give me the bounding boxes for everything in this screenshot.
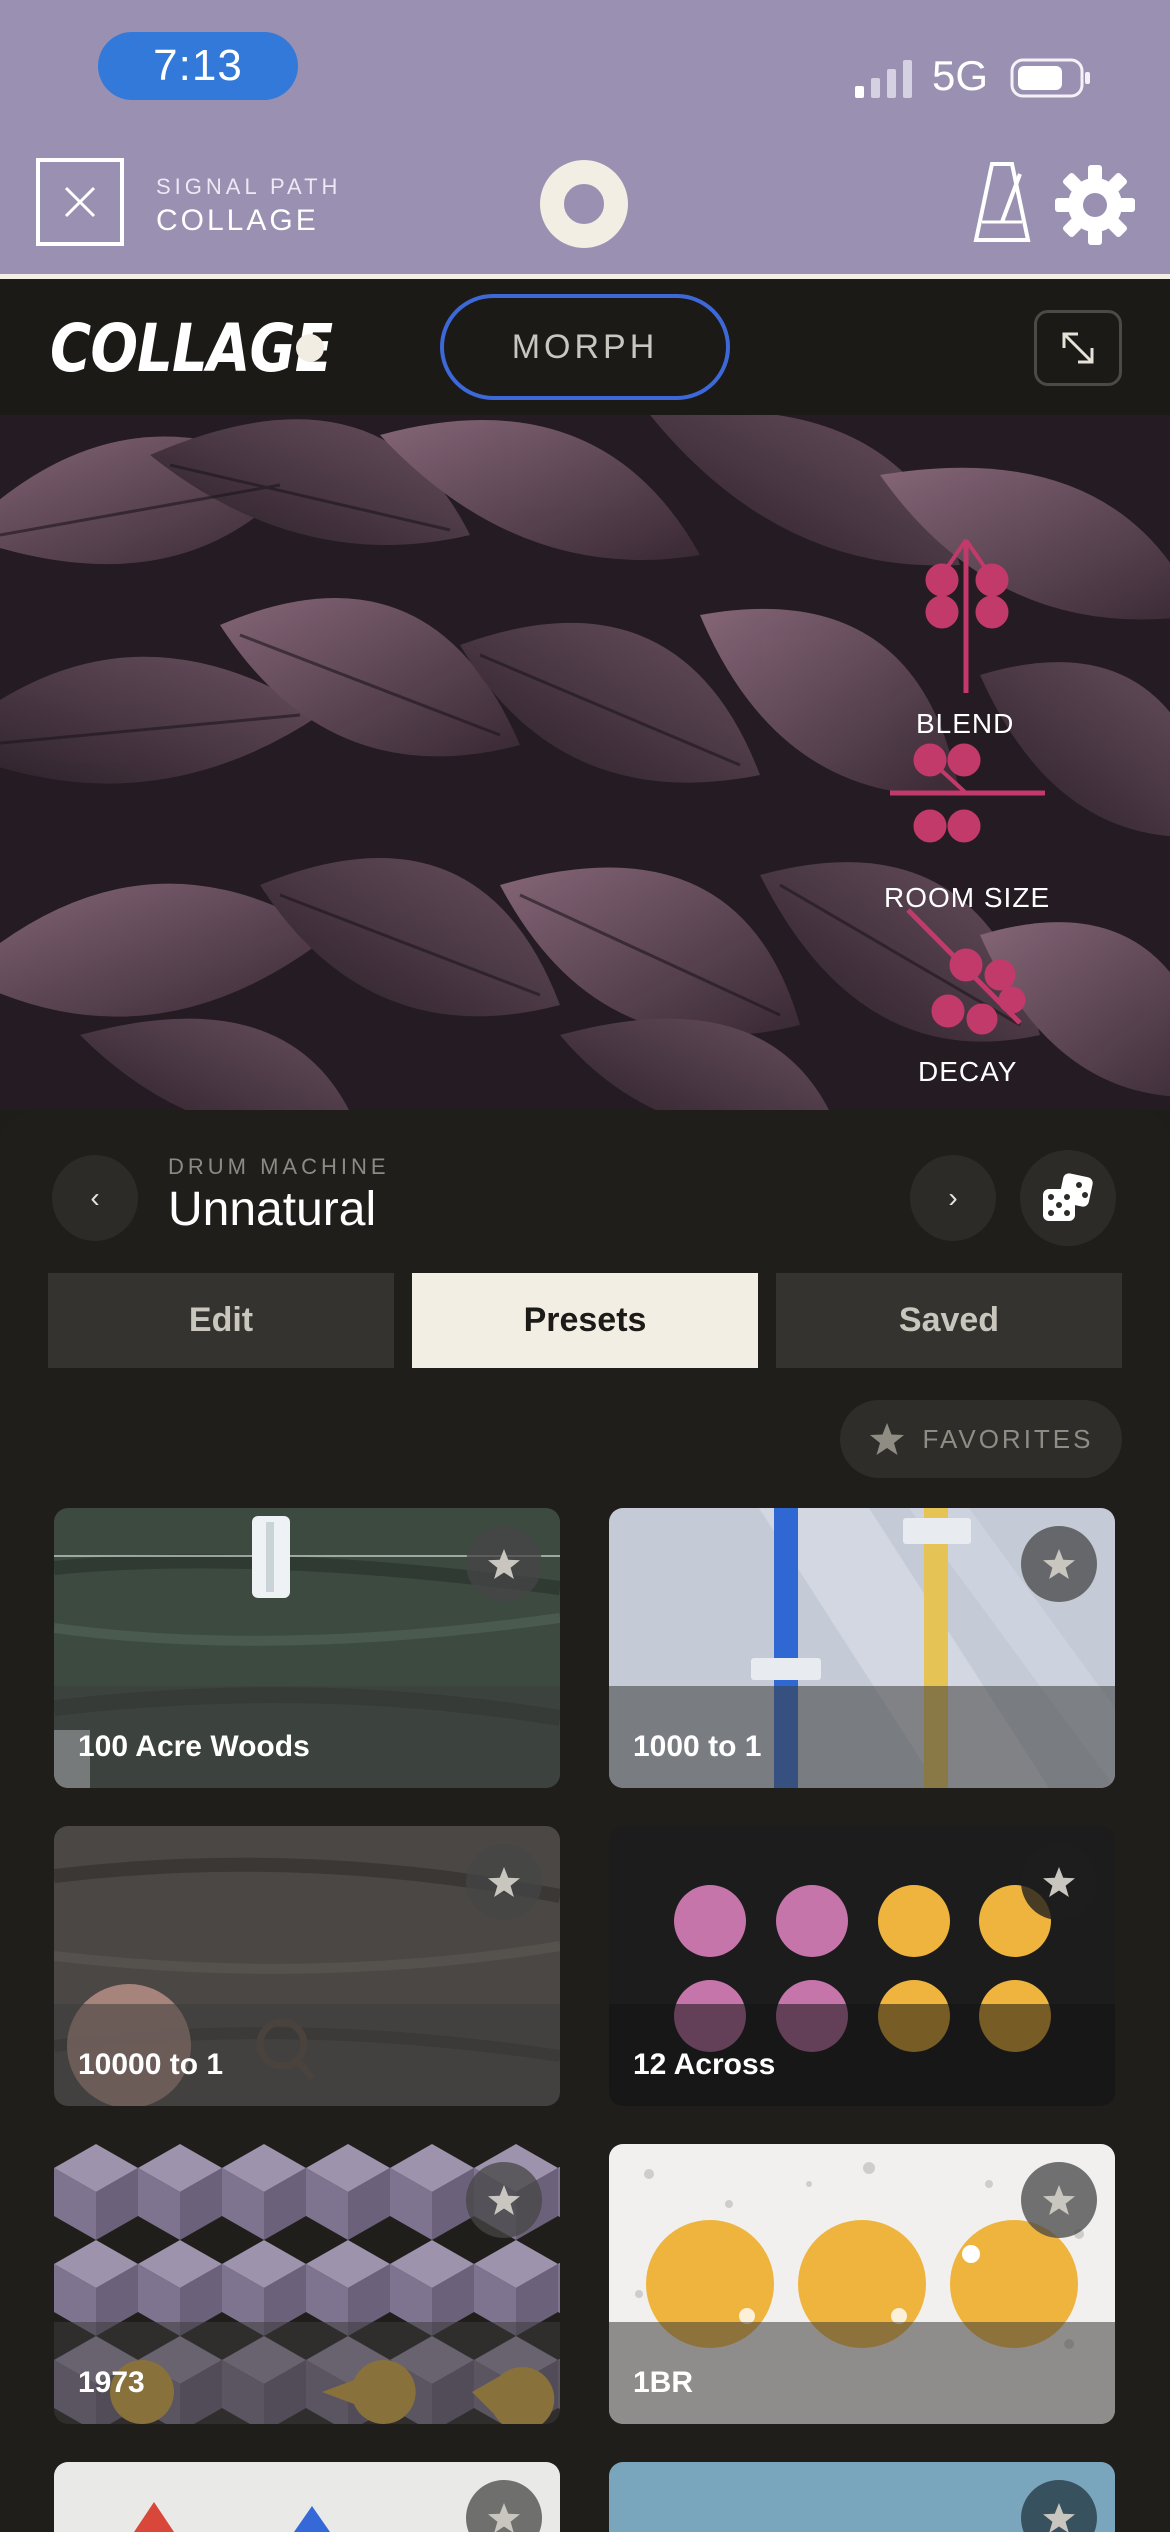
logo-indicator-dot [296,334,324,362]
preset-card-partial[interactable] [609,2462,1115,2532]
favorite-toggle[interactable] [466,1526,542,1602]
prev-preset-button[interactable]: ‹ [52,1155,138,1241]
preset-card[interactable]: 1000 to 1 [609,1508,1115,1788]
expand-icon [1062,332,1094,364]
tab-saved[interactable]: Saved [776,1273,1122,1368]
plugin-artwork: BLEND ROOM SIZE DECAY [0,415,1170,1110]
status-time: 7:13 [98,32,298,100]
current-preset-name: Unnatural [168,1183,377,1236]
network-type: 5G [932,52,989,99]
knob-label-decay: DECAY [918,1056,1018,1087]
randomize-button[interactable] [1020,1150,1116,1246]
cellular-signal-icon [855,60,912,98]
favorite-toggle[interactable] [1021,2480,1097,2532]
favorites-filter-button[interactable]: FAVORITES [840,1400,1122,1478]
metronome-icon[interactable] [972,160,1032,244]
gear-icon[interactable] [1055,165,1135,245]
star-icon [869,1423,904,1455]
preset-card[interactable]: 12 Across [609,1826,1115,2106]
preset-card[interactable]: 1973 [54,2144,560,2424]
preset-card-title: 1BR [633,2366,694,2399]
tab-edit[interactable]: Edit [48,1273,394,1368]
next-preset-button[interactable]: › [910,1155,996,1241]
signal-path-label: SIGNAL PATH [156,174,342,199]
morph-button[interactable]: MORPH [440,294,730,400]
preset-card-title: 1973 [78,2366,145,2399]
expand-button[interactable] [1034,310,1122,386]
close-icon [64,186,96,218]
close-button[interactable] [36,158,124,246]
app-top-bar: 7:13 5G SIGNAL PATH COLLAGE [0,0,1170,274]
star-icon [1043,2184,1075,2216]
knob-label-blend: BLEND [916,708,1015,739]
preset-card-title: 100 Acre Woods [78,1730,310,1763]
preset-card-title: 1000 to 1 [633,1730,762,1763]
preset-card-partial[interactable] [54,2462,560,2532]
preset-card[interactable]: 10000 to 1 [54,1826,560,2106]
star-icon [488,1548,520,1580]
favorite-toggle[interactable] [1021,1844,1097,1920]
collage-logo: COLLAGE [50,310,333,387]
tab-presets[interactable]: Presets [412,1273,758,1368]
favorite-toggle[interactable] [466,1844,542,1920]
preset-card-title: 10000 to 1 [78,2048,224,2081]
dice-icon [1043,1173,1093,1221]
knob-label-room-size: ROOM SIZE [884,882,1051,913]
preset-category: DRUM MACHINE [168,1154,390,1179]
battery-icon [1010,58,1090,98]
star-icon [1043,1866,1075,1898]
star-icon [488,2184,520,2216]
star-icon [1043,2502,1075,2532]
favorite-toggle[interactable] [466,2162,542,2238]
preset-card[interactable]: 100 Acre Woods [54,1508,560,1788]
plugin-name: COLLAGE [156,204,319,237]
favorites-label: FAVORITES [922,1423,1094,1454]
star-icon [1043,1548,1075,1580]
power-ring-button[interactable] [540,160,628,248]
leaves-background [0,415,1170,1110]
preset-card-title: 12 Across [633,2048,776,2081]
star-icon [488,1866,520,1898]
favorite-toggle[interactable] [1021,2162,1097,2238]
star-icon [488,2502,520,2532]
favorite-toggle[interactable] [1021,1526,1097,1602]
preset-card[interactable]: 1BR [609,2144,1115,2424]
